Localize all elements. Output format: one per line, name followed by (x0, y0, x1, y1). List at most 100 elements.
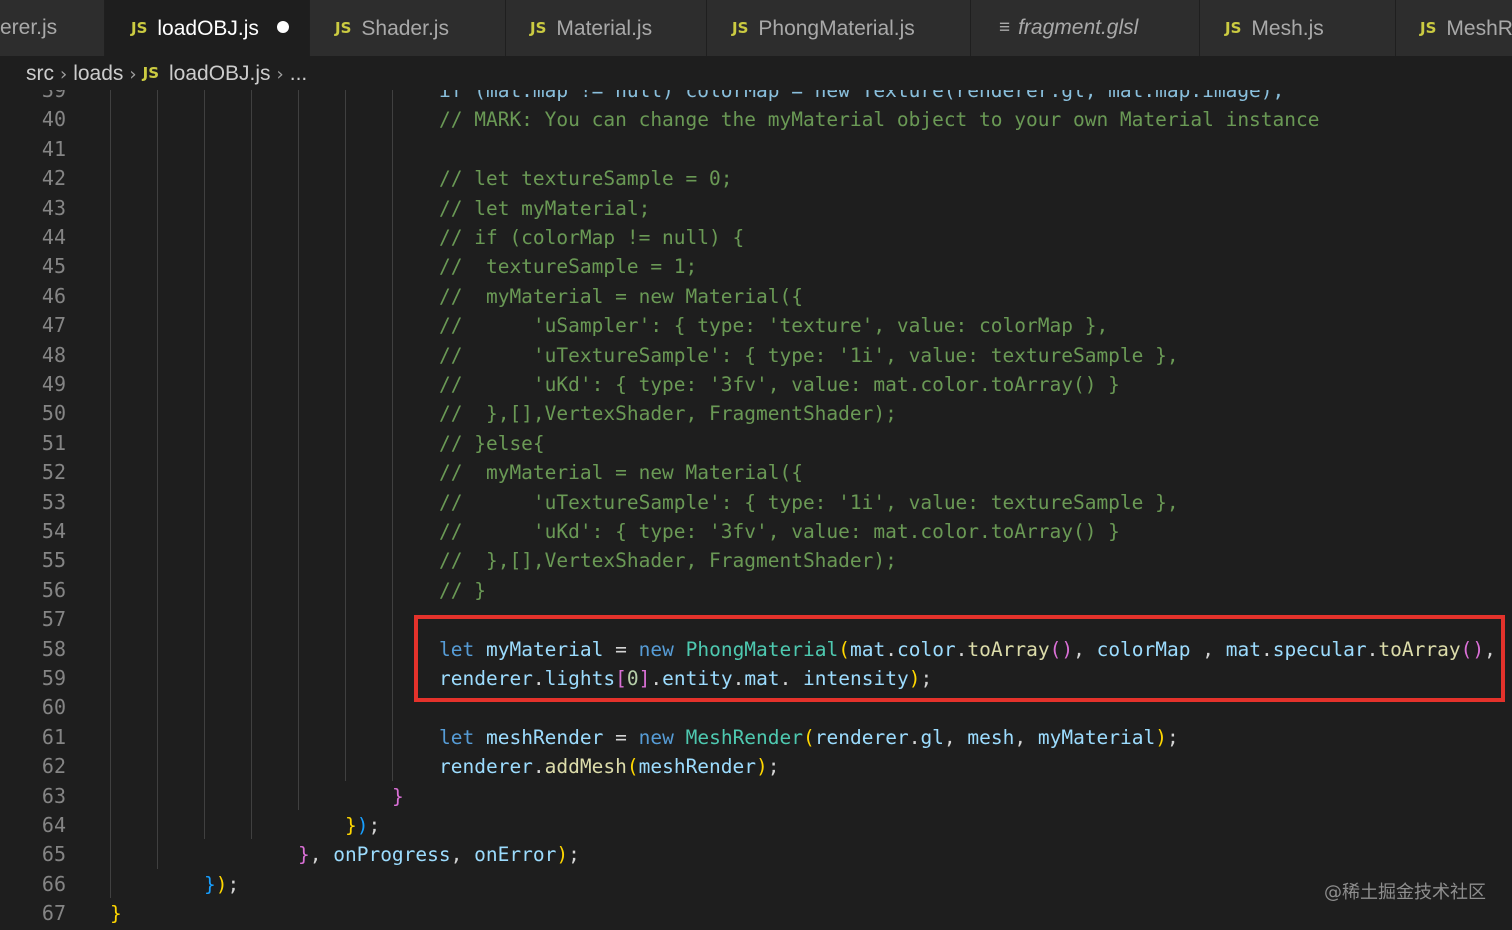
indent-guide (345, 90, 346, 781)
code-line: // },[],VertexShader, FragmentShader); (439, 549, 897, 573)
code-line: } (110, 902, 122, 926)
code-line: // let textureSample = 0; (439, 167, 733, 191)
tab-material[interactable]: JS Material.js (506, 0, 707, 56)
token: let (439, 725, 475, 749)
token: ; (1167, 725, 1179, 749)
js-file-icon: JS (732, 19, 749, 37)
code-line: // 'uTextureSample': { type: '1i', value… (439, 490, 1179, 514)
unsaved-dot-icon[interactable] (276, 21, 289, 33)
code-line: // textureSample = 1; (439, 255, 698, 279)
token: MeshRender (685, 725, 804, 749)
token: , (1014, 725, 1038, 749)
tab-label: Mesh.js (1251, 17, 1324, 40)
tab-label: Material.js (556, 17, 653, 40)
tab-meshrender[interactable]: JS MeshR (1396, 0, 1512, 56)
token: onError (474, 843, 557, 867)
code-line: renderer.addMesh(meshRender); (439, 752, 780, 781)
highlight-annotation-box (414, 615, 1505, 702)
code-line: // myMaterial = new Material({ (439, 461, 803, 485)
token: gl (920, 725, 944, 749)
token: renderer (814, 725, 909, 749)
token: } (204, 872, 216, 896)
token: meshRender (638, 755, 757, 779)
tab-phongmaterial[interactable]: JS PhongMaterial.js (707, 0, 971, 56)
token: ) (1155, 725, 1168, 749)
js-file-icon: JS (530, 19, 547, 37)
token: meshRender (485, 725, 604, 749)
tab-label: erer.js (0, 16, 58, 39)
breadcrumb-src[interactable]: src (26, 57, 54, 91)
token: ) (215, 872, 228, 896)
token: myMaterial (1037, 725, 1156, 749)
token: renderer (439, 755, 533, 779)
tab-label: MeshR (1446, 17, 1512, 40)
tab-renderer[interactable]: erer.js (0, 0, 105, 56)
indent-guide (251, 90, 252, 839)
token: ( (626, 755, 639, 779)
tab-label: PhongMaterial.js (758, 17, 915, 40)
chevron-right-icon: › (60, 64, 68, 85)
token: ; (227, 872, 240, 896)
tab-fragment-glsl[interactable]: ≡ fragment.glsl (971, 0, 1200, 56)
tab-loadobj[interactable]: JS loadOBJ.js (105, 0, 310, 56)
tab-shader[interactable]: JS Shader.js (310, 0, 506, 56)
code-line: } (392, 784, 404, 808)
code-area[interactable]: if (mat.map != null) colorMap = new Text… (0, 90, 1512, 930)
code-line: // let myMaterial; (439, 196, 651, 220)
token: , (943, 725, 968, 749)
chevron-right-icon: › (276, 64, 284, 85)
tab-label: Shader.js (361, 17, 449, 40)
js-file-icon: JS (335, 19, 352, 37)
code-line: // } (439, 578, 486, 602)
token: ( (803, 725, 815, 749)
code-line: // MARK: You can change the myMaterial o… (439, 108, 1320, 132)
js-file-icon: JS (142, 64, 159, 82)
token: ; (767, 755, 780, 779)
token: ; (568, 843, 580, 867)
token: ) (556, 843, 569, 867)
code-line: }, onProgress, onError); (298, 840, 580, 869)
tab-mesh[interactable]: JS Mesh.js (1200, 0, 1396, 56)
indent-guide (110, 90, 111, 898)
code-line: }); (204, 870, 239, 899)
tab-label: loadOBJ.js (157, 17, 259, 40)
token: , (309, 843, 334, 867)
code-line: // 'uKd': { type: '3fv', value: mat.colo… (439, 520, 1120, 543)
code-line: }); (345, 811, 380, 840)
indent-guide (157, 90, 158, 869)
code-line: // },[],VertexShader, FragmentShader); (439, 402, 897, 426)
token: } (298, 843, 310, 867)
breadcrumb-symbols[interactable]: ... (290, 57, 308, 91)
indent-guide (204, 90, 205, 839)
js-file-icon: JS (1420, 19, 1437, 37)
breadcrumb: src › loads › JS loadOBJ.js ›... (0, 56, 1512, 90)
token: , (450, 843, 475, 867)
text-file-icon: ≡ (999, 17, 1011, 38)
token: . (908, 725, 921, 749)
token: } (345, 814, 357, 837)
code-line: // 'uSampler': { type: 'texture', value:… (439, 314, 1109, 338)
code-line: // 'uTextureSample': { type: '1i', value… (439, 343, 1179, 367)
token: mesh (967, 725, 1015, 749)
chevron-right-icon: › (129, 64, 137, 85)
token: ) (356, 814, 369, 837)
token: addMesh (544, 755, 627, 779)
indent-guide (298, 90, 299, 810)
tab-label: fragment.glsl (1018, 16, 1139, 39)
breadcrumb-file[interactable]: loadOBJ.js (169, 57, 271, 91)
js-file-icon: JS (131, 19, 148, 37)
js-file-icon: JS (1225, 19, 1242, 37)
token: . (532, 755, 545, 779)
token: onProgress (333, 843, 451, 867)
code-line: // 'uKd': { type: '3fv', value: mat.colo… (439, 373, 1120, 396)
watermark: @稀土掘金技术社区 (1324, 882, 1486, 903)
editor-tab-bar: erer.js JS loadOBJ.js JS Shader.js JS Mater… (0, 0, 1512, 56)
code-line: if (mat.map != null) colorMap = new Text… (439, 90, 1285, 102)
code-line: let meshRender = new MeshRender(renderer… (439, 723, 1179, 752)
token: ; (368, 814, 381, 837)
token: new (638, 725, 674, 749)
code-line: // myMaterial = new Material({ (439, 284, 803, 308)
indent-guide (392, 90, 393, 781)
breadcrumb-loads[interactable]: loads (73, 57, 123, 91)
code-editor[interactable]: 39 40 41 42 43 44 45 46 47 48 49 50 51 52 53 54 55 56 57 58… (0, 90, 1512, 930)
